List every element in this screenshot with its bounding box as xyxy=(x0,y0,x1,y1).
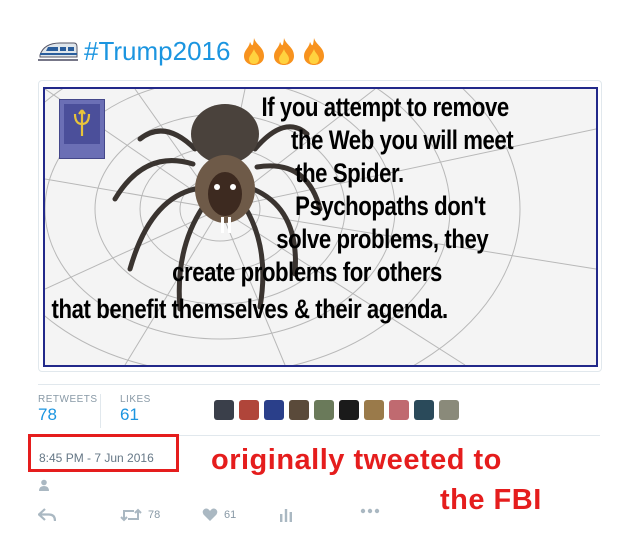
more-button[interactable] xyxy=(360,508,380,514)
avatar[interactable] xyxy=(339,400,359,420)
annotation-text: originally tweeted to xyxy=(211,444,502,476)
meme-line: solve problems, they xyxy=(276,224,489,254)
meme-line: Psychopaths don't xyxy=(295,191,486,221)
fire-icon xyxy=(274,38,295,65)
avatar[interactable] xyxy=(364,400,384,420)
avatar[interactable] xyxy=(439,400,459,420)
reply-button[interactable] xyxy=(38,508,56,522)
reply-icon xyxy=(38,508,56,522)
avatar[interactable] xyxy=(214,400,234,420)
divider xyxy=(38,384,600,385)
avatar[interactable] xyxy=(414,400,434,420)
meme-line: If you attempt to remove xyxy=(261,92,509,122)
retweet-count: 78 xyxy=(148,509,161,521)
fire-icon xyxy=(304,38,325,65)
meme-line: the Spider. xyxy=(295,158,404,188)
tweet-actions: 78 61 xyxy=(38,508,438,530)
likes-stat[interactable]: LIKES 61 xyxy=(120,394,151,425)
meme-line: that benefit themselves & their agenda. xyxy=(51,294,449,324)
annotation-text: the FBI xyxy=(440,484,542,516)
avatar[interactable] xyxy=(314,400,334,420)
retweet-icon xyxy=(120,508,142,522)
meme-caption: If you attempt to remove the Web you wil… xyxy=(45,89,514,365)
heart-icon xyxy=(202,508,218,521)
retweets-count: 78 xyxy=(38,405,57,424)
avatar[interactable] xyxy=(239,400,259,420)
train-icon xyxy=(38,42,78,61)
tweet-media[interactable]: If you attempt to remove the Web you wil… xyxy=(38,80,602,372)
tweet-header: #Trump2016 xyxy=(38,36,330,66)
avatar[interactable] xyxy=(264,400,284,420)
retweets-label: RETWEETS xyxy=(38,394,98,405)
stat-divider xyxy=(100,394,101,428)
like-count: 61 xyxy=(224,509,237,521)
analytics-button[interactable] xyxy=(279,508,293,522)
meme-line: create problems for others xyxy=(172,257,442,287)
fire-icon xyxy=(244,38,265,65)
likes-count: 61 xyxy=(120,405,139,424)
retweet-button[interactable]: 78 xyxy=(120,508,160,522)
liker-avatars xyxy=(214,400,464,420)
retweets-stat[interactable]: RETWEETS 78 xyxy=(38,394,98,425)
tweet-timestamp[interactable]: 8:45 PM - 7 Jun 2016 xyxy=(39,451,154,465)
meme-image: If you attempt to remove the Web you wil… xyxy=(43,87,598,367)
person-icon[interactable] xyxy=(39,479,49,491)
avatar[interactable] xyxy=(289,400,309,420)
meme-line: the Web you will meet xyxy=(291,125,514,155)
likes-label: LIKES xyxy=(120,394,151,405)
like-button[interactable]: 61 xyxy=(202,508,236,522)
avatar[interactable] xyxy=(389,400,409,420)
hashtag-link[interactable]: #Trump2016 xyxy=(84,36,230,66)
more-icon xyxy=(360,508,380,514)
analytics-icon xyxy=(280,509,292,522)
